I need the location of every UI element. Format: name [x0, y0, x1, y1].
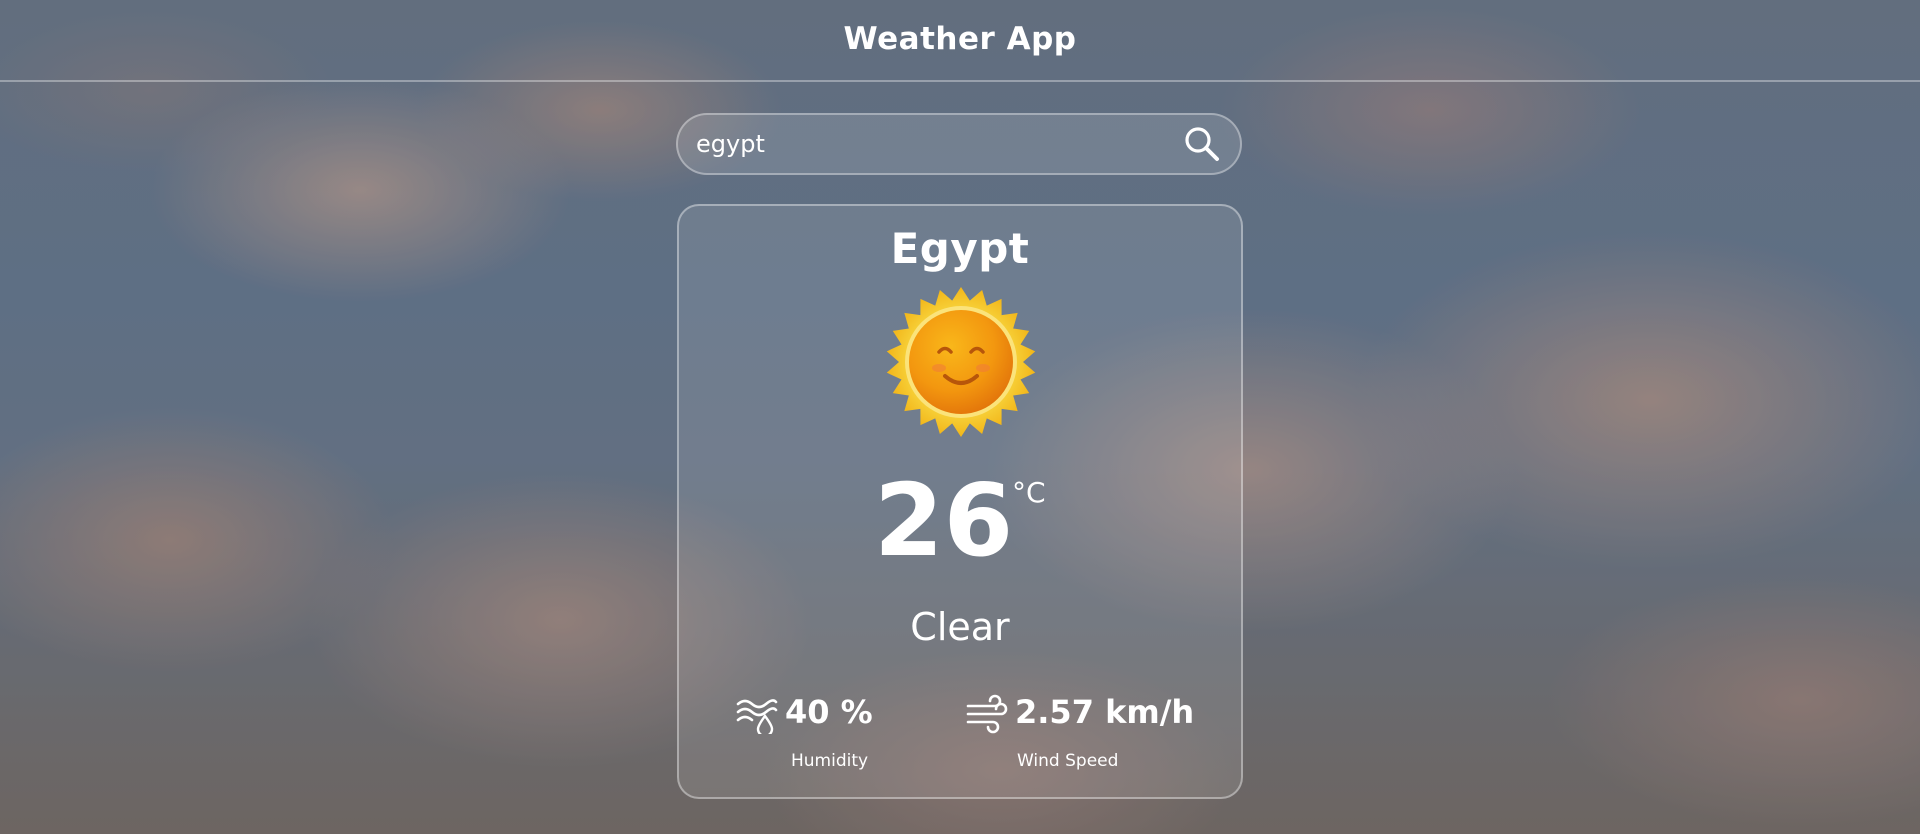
wind-icon — [966, 694, 1008, 734]
weather-app: Weather App Egypt — [0, 0, 1920, 834]
humidity-value: 40 % — [785, 693, 873, 731]
smiling-sun-icon — [886, 287, 1036, 437]
search-icon — [1185, 127, 1219, 161]
temperature-display: 26 °C — [679, 466, 1241, 586]
wind-speed-label: Wind Speed — [1017, 751, 1119, 771]
search-bar — [676, 113, 1242, 175]
weather-card: Egypt 26 °C Clear 40 % Humidity 2.57 km/… — [677, 204, 1243, 799]
humidity-label: Humidity — [791, 751, 869, 771]
app-header: Weather App — [0, 0, 1920, 82]
search-input[interactable] — [678, 114, 1172, 174]
wind-speed-value: 2.57 km/h — [1015, 693, 1195, 731]
weather-condition: Clear — [910, 605, 1010, 649]
search-button[interactable] — [1172, 115, 1232, 173]
city-name: Egypt — [890, 224, 1030, 273]
app-title: Weather App — [843, 21, 1077, 57]
temperature-unit: °C — [1012, 476, 1046, 509]
temperature-value: 26 — [874, 462, 1014, 579]
humidity-stat: 40 % Humidity — [735, 686, 935, 786]
humidity-icon — [736, 699, 778, 734]
wind-stat: 2.57 km/h Wind Speed — [965, 686, 1205, 786]
